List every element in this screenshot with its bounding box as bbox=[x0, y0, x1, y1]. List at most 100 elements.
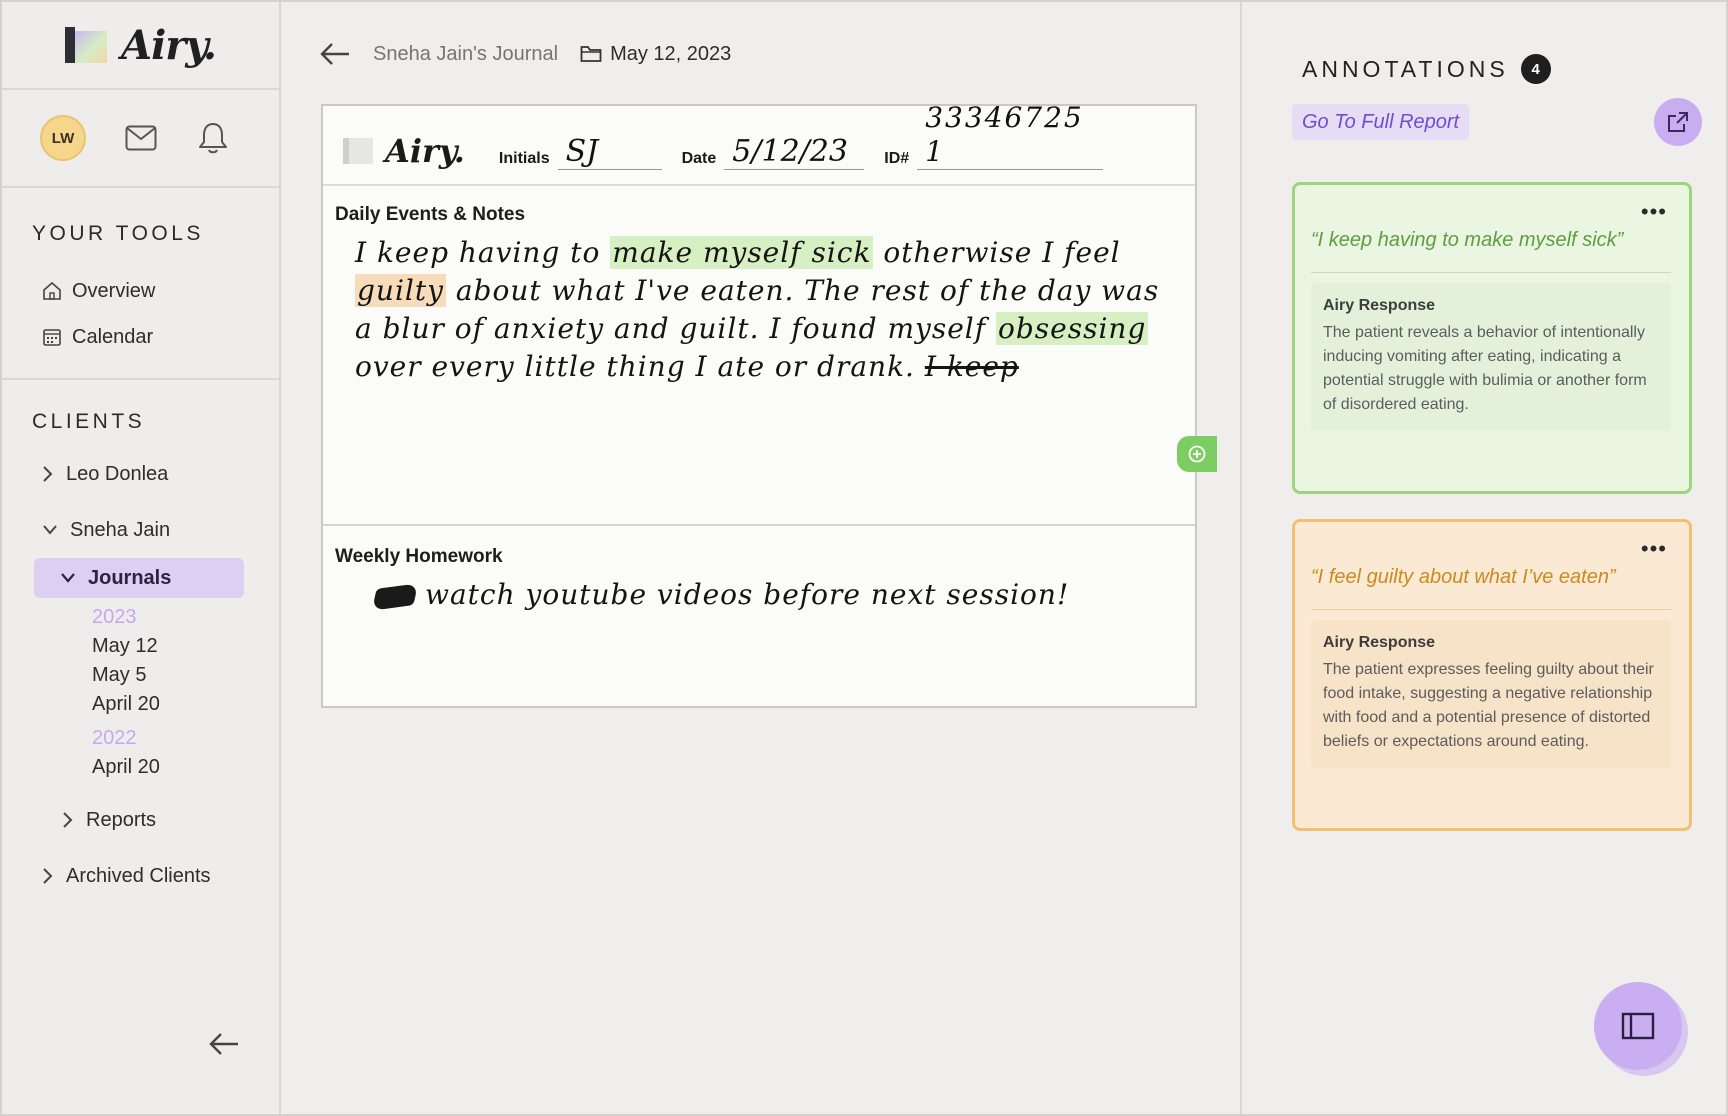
annotation-card[interactable]: ••• “I feel guilty about what I’ve eaten… bbox=[1292, 519, 1692, 831]
id-label: ID# bbox=[884, 150, 910, 167]
brand: Airy. bbox=[2, 2, 279, 90]
page-logo-text: Airy. bbox=[385, 132, 465, 170]
journal-entry-may-12[interactable]: May 12 bbox=[32, 632, 279, 661]
client-leo-donlea[interactable]: Leo Donlea bbox=[32, 446, 279, 502]
clients-title: CLIENTS bbox=[32, 410, 146, 433]
annotations-title: ANNOTATIONS bbox=[1302, 55, 1509, 82]
struck-text: I keep bbox=[924, 350, 1019, 383]
notes-text: over every little thing I ate or drank. bbox=[355, 350, 925, 383]
more-options-icon[interactable]: ••• bbox=[1641, 536, 1667, 562]
initials-field: Initials SJ bbox=[499, 135, 662, 170]
full-report-link[interactable]: Go To Full Report bbox=[1292, 104, 1470, 140]
user-bar: LW bbox=[2, 90, 279, 188]
notes-text: I keep having to bbox=[355, 236, 611, 269]
nav-overview-label: Overview bbox=[72, 279, 156, 302]
chevron-down-icon bbox=[61, 573, 75, 583]
nav-calendar[interactable]: Calendar bbox=[32, 314, 279, 360]
folder-icon bbox=[580, 46, 602, 62]
chevron-right-icon bbox=[43, 466, 53, 482]
date-field: Date 5/12/23 bbox=[682, 135, 865, 170]
daily-notes: Daily Events & Notes I keep having to ma… bbox=[323, 186, 1217, 526]
initials-label: Initials bbox=[498, 150, 550, 167]
highlight-make-myself-sick[interactable]: make myself sick bbox=[610, 236, 874, 269]
nav-calendar-label: Calendar bbox=[72, 325, 154, 348]
breadcrumb: Sneha Jain's Journal May 12, 2023 bbox=[319, 34, 731, 74]
response-text: The patient expresses feeling guilty abo… bbox=[1323, 661, 1654, 750]
journal-view: Sneha Jain's Journal May 12, 2023 Airy. … bbox=[281, 2, 1242, 1114]
page-logo: Airy. bbox=[343, 132, 465, 170]
archived-clients-item[interactable]: Archived Clients bbox=[32, 848, 279, 904]
journal-entry-april-20-2022[interactable]: April 20 bbox=[32, 753, 279, 782]
sidebar: Airy. LW YOUR TOOLS Overview Calendar CL… bbox=[2, 2, 281, 1114]
journal-name: Sneha Jain's Journal bbox=[373, 42, 559, 65]
response-text: The patient reveals a behavior of intent… bbox=[1323, 324, 1647, 413]
tools-title: YOUR TOOLS bbox=[32, 222, 204, 245]
response-title: Airy Response bbox=[1323, 634, 1436, 651]
add-annotation-button[interactable] bbox=[1177, 436, 1217, 472]
homework-text: watch youtube videos before next session… bbox=[425, 578, 1070, 611]
client-label: Sneha Jain bbox=[70, 518, 171, 541]
brand-name: Airy. bbox=[121, 21, 217, 69]
annotations-header: ANNOTATIONS 4 bbox=[1302, 54, 1551, 84]
journal-date: May 12, 2023 bbox=[580, 43, 731, 66]
annotations-panel: ANNOTATIONS 4 Go To Full Report ••• “I k… bbox=[1242, 2, 1726, 1114]
annotation-quote: “I keep having to make myself sick” bbox=[1311, 229, 1671, 273]
annotations-count-badge: 4 bbox=[1520, 54, 1551, 84]
scribble bbox=[371, 582, 419, 611]
calendar-icon bbox=[43, 329, 61, 346]
id-value: 33346725 1 bbox=[917, 101, 1104, 170]
nav-overview[interactable]: Overview bbox=[32, 268, 279, 314]
highlight-obsessing[interactable]: obsessing bbox=[996, 312, 1149, 345]
reports-item[interactable]: Reports bbox=[32, 792, 279, 848]
journal-year: 2022 bbox=[92, 727, 137, 749]
journal-entry-may-5[interactable]: May 5 bbox=[32, 661, 279, 690]
archived-label: Archived Clients bbox=[66, 864, 211, 887]
journal-date-text: May 12, 2023 bbox=[610, 42, 732, 65]
handwritten-homework: watch youtube videos before next session… bbox=[335, 576, 1183, 614]
clients-section: CLIENTS Leo Donlea Sneha Jain Journals 2… bbox=[2, 380, 279, 904]
response-title: Airy Response bbox=[1323, 297, 1436, 314]
arrow-left-icon bbox=[209, 1033, 238, 1055]
avatar[interactable]: LW bbox=[40, 115, 86, 161]
arrow-left-icon bbox=[320, 43, 349, 65]
journal-year: 2023 bbox=[92, 606, 137, 628]
external-link-icon bbox=[1668, 112, 1688, 132]
initials-value: SJ bbox=[557, 135, 662, 170]
reports-label: Reports bbox=[86, 808, 157, 831]
journals-label: Journals bbox=[88, 566, 172, 589]
tools-section: YOUR TOOLS Overview Calendar bbox=[2, 188, 279, 360]
notes-label: Daily Events & Notes bbox=[335, 204, 526, 225]
mail-icon[interactable] bbox=[124, 121, 158, 155]
sidebar-panel-icon bbox=[1621, 1012, 1655, 1040]
logo-mark bbox=[65, 27, 108, 63]
airy-response: Airy Response The patient reveals a beha… bbox=[1311, 283, 1671, 431]
homework-label: Weekly Homework bbox=[335, 546, 503, 567]
id-field: ID# 33346725 1 bbox=[884, 101, 1104, 170]
plus-circle-icon bbox=[1188, 445, 1206, 463]
date-value: 5/12/23 bbox=[724, 135, 865, 170]
chevron-right-icon bbox=[63, 812, 73, 828]
date-label: Date bbox=[681, 150, 717, 167]
page-header: Airy. Initials SJ Date 5/12/23 ID# 33346… bbox=[323, 101, 1195, 186]
chevron-down-icon bbox=[43, 525, 57, 535]
chevron-right-icon bbox=[43, 868, 53, 884]
journal-page: Airy. Initials SJ Date 5/12/23 ID# 33346… bbox=[321, 101, 1217, 708]
annotation-quote: “I feel guilty about what I’ve eaten” bbox=[1311, 566, 1671, 610]
notes-text: otherwise I feel bbox=[873, 236, 1121, 269]
client-sneha-jain[interactable]: Sneha Jain bbox=[32, 502, 279, 558]
weekly-homework: Weekly Homework watch youtube videos bef… bbox=[323, 526, 1195, 614]
back-button[interactable] bbox=[319, 41, 351, 67]
annotation-card[interactable]: ••• “I keep having to make myself sick” … bbox=[1292, 182, 1692, 494]
journals-item[interactable]: Journals bbox=[34, 558, 244, 598]
toggle-panel-button[interactable] bbox=[1594, 982, 1682, 1070]
home-icon bbox=[43, 281, 61, 300]
client-label: Leo Donlea bbox=[66, 462, 169, 485]
app-window: Airy. LW YOUR TOOLS Overview Calendar CL… bbox=[0, 0, 1728, 1116]
handwritten-notes: I keep having to make myself sick otherw… bbox=[335, 234, 1183, 386]
bell-icon[interactable] bbox=[196, 121, 230, 155]
collapse-sidebar-button[interactable] bbox=[208, 1031, 240, 1062]
highlight-guilty[interactable]: guilty bbox=[355, 274, 446, 307]
journal-entry-april-20-2023[interactable]: April 20 bbox=[32, 690, 279, 719]
open-external-button[interactable] bbox=[1654, 98, 1702, 146]
more-options-icon[interactable]: ••• bbox=[1641, 199, 1667, 225]
